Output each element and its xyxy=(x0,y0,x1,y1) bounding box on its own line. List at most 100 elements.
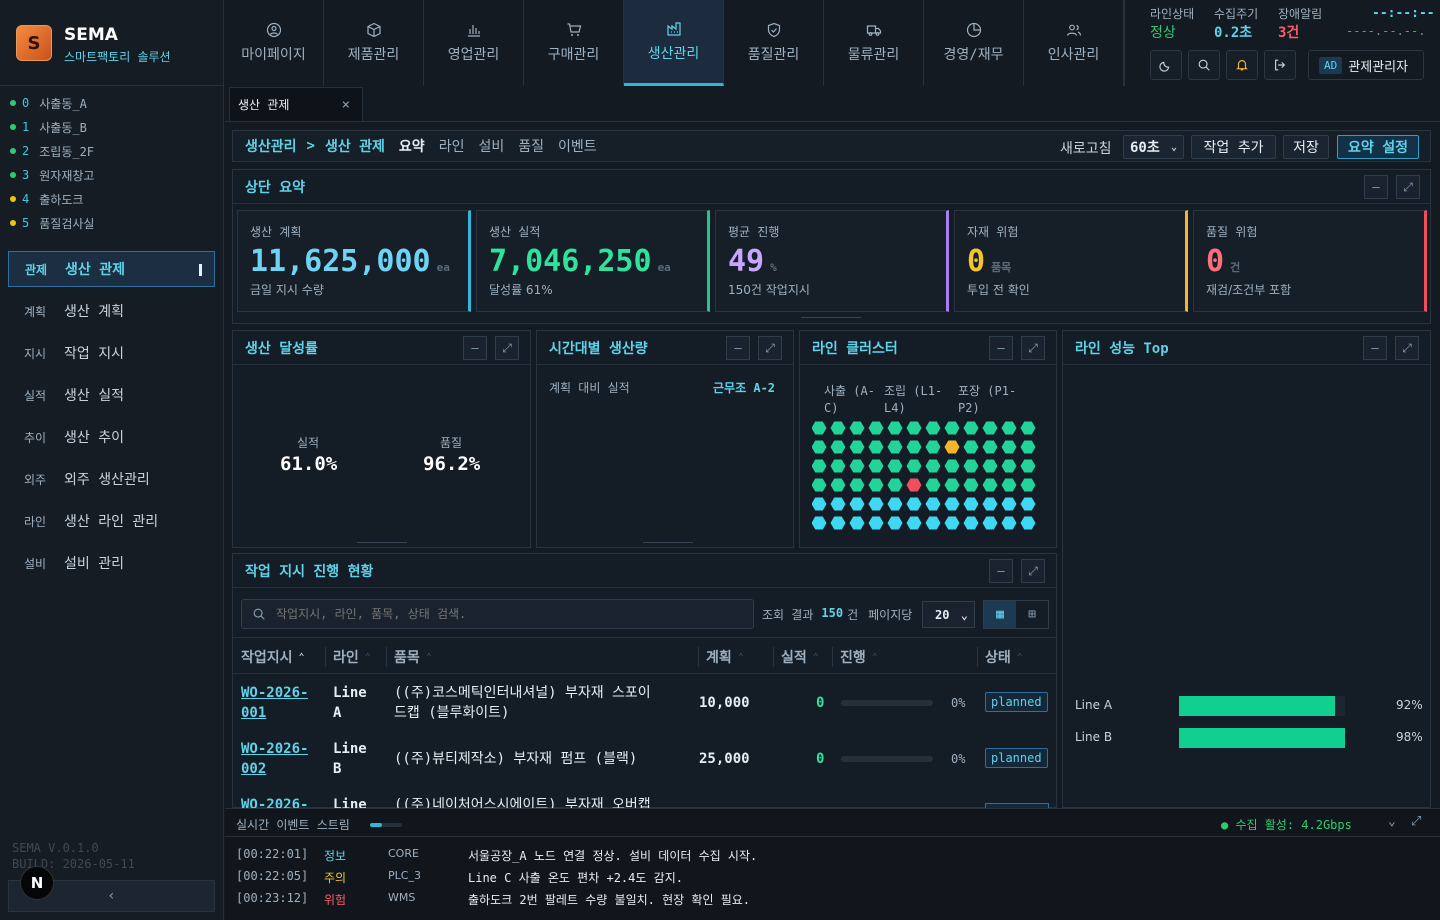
section-tab-1[interactable]: 라인 xyxy=(439,136,465,156)
cluster-node[interactable] xyxy=(812,497,827,511)
site-item[interactable]: 4 출하도크 xyxy=(10,190,83,208)
tab-production-control[interactable]: 생산 관제 × xyxy=(229,87,363,121)
cluster-node[interactable] xyxy=(963,497,979,511)
cluster-node[interactable] xyxy=(982,459,998,473)
cluster-node[interactable] xyxy=(982,516,998,530)
cluster-node[interactable] xyxy=(1020,497,1036,511)
cluster-node[interactable] xyxy=(982,478,998,492)
topnav-item-6[interactable]: 물류관리 xyxy=(824,0,924,86)
expand-icon[interactable]: ⤢ xyxy=(1021,559,1045,583)
cluster-node[interactable] xyxy=(887,497,903,511)
column-header[interactable]: 품목 ⌃ xyxy=(394,641,432,673)
minimize-icon[interactable]: — xyxy=(989,559,1013,583)
cluster-node[interactable] xyxy=(1001,459,1017,473)
cluster-node[interactable] xyxy=(1020,459,1036,473)
sidebar-item-1[interactable]: 계획 생산 계획 xyxy=(8,293,215,329)
cluster-node[interactable] xyxy=(830,516,846,530)
notification-button[interactable] xyxy=(1226,50,1258,80)
brand-logo[interactable]: S xyxy=(16,25,52,61)
cluster-node[interactable] xyxy=(944,478,960,492)
sidebar-item-0[interactable]: 관제 생산 관제 xyxy=(8,251,215,287)
cluster-node[interactable] xyxy=(906,440,922,454)
cluster-node[interactable] xyxy=(925,516,941,530)
minimize-icon[interactable]: — xyxy=(989,336,1013,360)
cluster-node[interactable] xyxy=(982,440,998,454)
cluster-node[interactable] xyxy=(830,497,846,511)
workorder-link[interactable]: WO-2026- xyxy=(241,795,308,808)
cluster-node[interactable] xyxy=(925,497,941,511)
cluster-node[interactable] xyxy=(830,459,846,473)
topnav-item-7[interactable]: 경영/재무 xyxy=(924,0,1024,86)
cluster-node[interactable] xyxy=(868,440,884,454)
cluster-node[interactable] xyxy=(982,497,998,511)
cluster-node[interactable] xyxy=(830,440,846,454)
minimize-icon[interactable]: — xyxy=(1363,336,1387,360)
cluster-node[interactable] xyxy=(925,478,941,492)
section-tab-0[interactable]: 요약 xyxy=(399,136,425,156)
site-item[interactable]: 5 품질검사실 xyxy=(10,214,94,232)
cluster-node[interactable] xyxy=(925,440,941,454)
site-item[interactable]: 2 조립동_2F xyxy=(10,142,94,160)
cluster-node[interactable] xyxy=(1001,421,1017,435)
resize-handle[interactable] xyxy=(357,542,407,543)
cluster-node[interactable] xyxy=(887,459,903,473)
cluster-node[interactable] xyxy=(812,516,827,530)
search-button[interactable] xyxy=(1188,50,1220,80)
cluster-node[interactable] xyxy=(925,421,941,435)
sidebar-item-4[interactable]: 추이 생산 추이 xyxy=(8,419,215,455)
cluster-node[interactable] xyxy=(849,516,865,530)
theme-toggle-button[interactable] xyxy=(1150,50,1182,80)
cluster-node[interactable] xyxy=(944,459,960,473)
cluster-node[interactable] xyxy=(868,497,884,511)
cluster-node[interactable] xyxy=(887,440,903,454)
cluster-node[interactable] xyxy=(944,497,960,511)
site-item[interactable]: 3 원자재창고 xyxy=(10,166,94,184)
topnav-item-8[interactable]: 인사관리 xyxy=(1024,0,1124,86)
cluster-node[interactable] xyxy=(849,421,865,435)
site-item[interactable]: 1 사출동_B xyxy=(10,118,87,136)
cluster-node[interactable] xyxy=(1001,478,1017,492)
column-header[interactable]: 라인 ⌃ xyxy=(333,641,371,673)
cluster-node[interactable] xyxy=(849,497,865,511)
refresh-interval-select[interactable]: 60초 ⌄ xyxy=(1123,135,1184,159)
workorder-link[interactable]: WO-2026- 002 xyxy=(241,739,308,779)
cluster-node[interactable] xyxy=(963,516,979,530)
topnav-item-3[interactable]: 구매관리 xyxy=(524,0,624,86)
cluster-node[interactable] xyxy=(868,516,884,530)
topnav-item-0[interactable]: 마이페이지 xyxy=(224,0,324,86)
cluster-node[interactable] xyxy=(812,421,827,435)
topnav-item-2[interactable]: 영업관리 xyxy=(424,0,524,86)
cluster-node[interactable] xyxy=(868,421,884,435)
add-task-button[interactable]: 작업 추가 xyxy=(1191,135,1276,159)
section-tab-3[interactable]: 품질 xyxy=(518,136,544,156)
cluster-node[interactable] xyxy=(1020,516,1036,530)
cluster-node[interactable] xyxy=(906,421,922,435)
column-header[interactable]: 상태 ⌃ xyxy=(985,641,1023,673)
cluster-node[interactable] xyxy=(868,478,884,492)
section-tab-2[interactable]: 설비 xyxy=(478,136,504,156)
grid-view-icon[interactable]: ⊞ xyxy=(1016,601,1048,628)
expand-icon[interactable]: ⤢ xyxy=(495,336,519,360)
cluster-node[interactable] xyxy=(963,478,979,492)
sidebar-item-3[interactable]: 실적 생산 실적 xyxy=(8,377,215,413)
summary-settings-button[interactable]: 요약 설정 xyxy=(1337,135,1419,159)
cluster-node[interactable] xyxy=(963,440,979,454)
topnav-item-1[interactable]: 제품관리 xyxy=(324,0,424,86)
admin-profile[interactable]: AD 관제관리자 xyxy=(1308,50,1424,80)
cluster-node[interactable] xyxy=(887,516,903,530)
expand-icon[interactable]: ⤢ xyxy=(1396,175,1420,199)
expand-icon[interactable]: ⤢ xyxy=(1395,336,1419,360)
cluster-node[interactable] xyxy=(906,497,922,511)
topnav-item-4[interactable]: 생산관리 xyxy=(624,0,724,86)
logout-button[interactable] xyxy=(1264,50,1296,80)
cluster-node[interactable] xyxy=(830,478,846,492)
cluster-node[interactable] xyxy=(812,440,827,454)
minimize-icon[interactable]: — xyxy=(463,336,487,360)
chevron-down-icon[interactable]: ⌄ xyxy=(1388,814,1396,829)
breadcrumb-root[interactable]: 생산관리 xyxy=(245,136,297,156)
cluster-node[interactable] xyxy=(944,440,960,454)
resize-handle[interactable] xyxy=(643,542,693,543)
table-view-icon[interactable]: ▦ xyxy=(984,601,1016,628)
site-item[interactable]: 0 사출동_A xyxy=(10,94,87,112)
cluster-node[interactable] xyxy=(887,478,903,492)
